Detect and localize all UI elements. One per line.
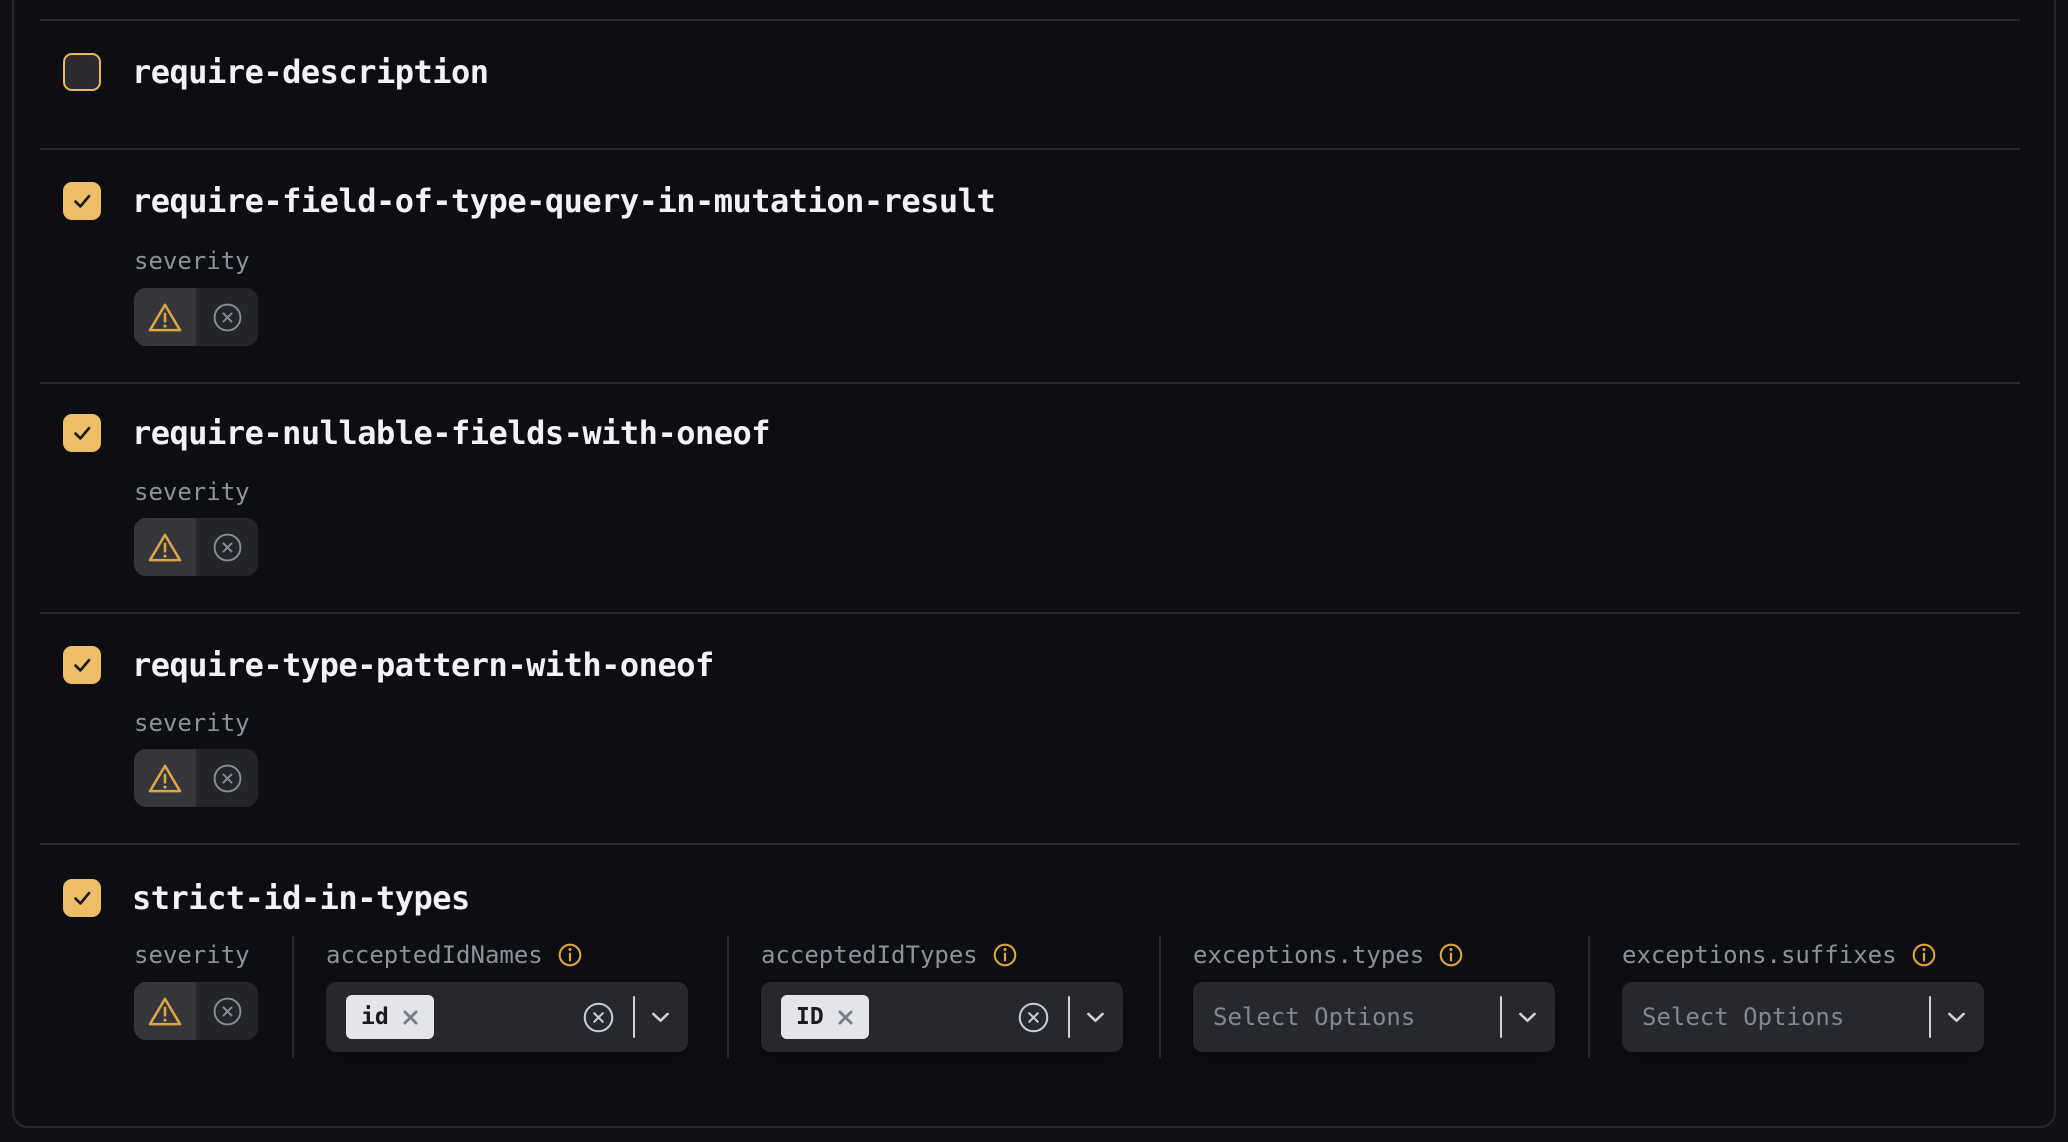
warning-triangle-icon [147, 995, 183, 1028]
severity-toggle [134, 749, 258, 807]
rule-name: require-description [132, 52, 489, 92]
chevron-down-icon[interactable] [1947, 1012, 1966, 1023]
option-label-exceptions-types: exceptions.types [1193, 940, 1464, 970]
severity-off-button[interactable] [196, 518, 258, 576]
severity-label: severity [134, 708, 250, 738]
info-icon[interactable] [1911, 942, 1937, 968]
severity-toggle [134, 288, 258, 346]
remove-tag-x-icon[interactable] [402, 1009, 419, 1026]
option-label-text: acceptedIdTypes [761, 940, 978, 970]
severity-label: severity [134, 477, 250, 507]
severity-warn-button[interactable] [134, 982, 196, 1040]
severity-warn-button[interactable] [134, 749, 196, 807]
warning-triangle-icon [147, 762, 183, 795]
severity-label: severity [134, 246, 250, 276]
remove-tag-x-icon[interactable] [837, 1009, 854, 1026]
row-divider [40, 148, 2020, 150]
chevron-down-icon[interactable] [1518, 1012, 1537, 1023]
accepted-id-types-select[interactable]: ID [761, 982, 1123, 1052]
chevron-down-icon[interactable] [1086, 1012, 1105, 1023]
info-icon[interactable] [992, 942, 1018, 968]
rule-checkbox-require-field-of-type-query-in-mutation-result[interactable] [63, 182, 101, 220]
option-label-acceptedIdNames: acceptedIdNames [326, 940, 583, 970]
checkmark-icon [69, 652, 95, 678]
clear-circle-icon[interactable] [1017, 1001, 1050, 1034]
severity-label: severity [134, 940, 250, 970]
circled-x-icon [212, 996, 243, 1027]
rule-name: require-nullable-fields-with-oneof [132, 413, 770, 453]
rule-checkbox-require-type-pattern-with-oneof[interactable] [63, 646, 101, 684]
rule-name: require-field-of-type-query-in-mutation-… [132, 181, 995, 221]
rule-checkbox-require-description[interactable] [63, 53, 101, 91]
select-separator [1068, 996, 1071, 1038]
row-divider [40, 612, 2020, 614]
rule-name: require-type-pattern-with-oneof [132, 645, 714, 685]
column-divider [1159, 936, 1161, 1058]
select-separator [1500, 996, 1503, 1038]
option-label-text: exceptions.suffixes [1622, 940, 1897, 970]
circled-x-icon [212, 763, 243, 794]
circled-x-icon [212, 302, 243, 333]
clear-circle-icon[interactable] [582, 1001, 615, 1034]
select-separator [633, 996, 636, 1038]
tag-label: ID [796, 995, 824, 1039]
checkmark-icon [69, 885, 95, 911]
tag-label: id [361, 995, 389, 1039]
warning-triangle-icon [147, 301, 183, 334]
row-divider [40, 19, 2020, 21]
tag-chip: id [346, 995, 434, 1039]
rules-settings-page: require-description require-field-of-typ… [0, 0, 2068, 1142]
severity-off-button[interactable] [196, 288, 258, 346]
checkmark-icon [69, 420, 95, 446]
chevron-down-icon[interactable] [651, 1012, 670, 1023]
column-divider [292, 936, 294, 1058]
severity-warn-button[interactable] [134, 518, 196, 576]
column-divider [727, 936, 729, 1058]
option-label-acceptedIdTypes: acceptedIdTypes [761, 940, 1018, 970]
accepted-id-names-select[interactable]: id [326, 982, 688, 1052]
row-divider [40, 382, 2020, 384]
info-icon[interactable] [557, 942, 583, 968]
select-separator [1929, 996, 1932, 1038]
tag-chip: ID [781, 995, 869, 1039]
severity-toggle [134, 518, 258, 576]
severity-off-button[interactable] [196, 749, 258, 807]
column-divider [1588, 936, 1590, 1058]
rule-checkbox-require-nullable-fields-with-oneof[interactable] [63, 414, 101, 452]
option-label-text: exceptions.types [1193, 940, 1424, 970]
circled-x-icon [212, 532, 243, 563]
option-label-text: acceptedIdNames [326, 940, 543, 970]
warning-triangle-icon [147, 531, 183, 564]
rule-checkbox-strict-id-in-types[interactable] [63, 879, 101, 917]
checkmark-icon [69, 188, 95, 214]
severity-off-button[interactable] [196, 982, 258, 1040]
severity-toggle [134, 982, 258, 1040]
exceptions-suffixes-select[interactable]: Select Options [1622, 982, 1984, 1052]
exceptions-types-select[interactable]: Select Options [1193, 982, 1555, 1052]
option-label-exceptions-suffixes: exceptions.suffixes [1622, 940, 1937, 970]
rule-name: strict-id-in-types [132, 878, 470, 918]
severity-warn-button[interactable] [134, 288, 196, 346]
row-divider [40, 843, 2020, 845]
select-placeholder: Select Options [1642, 1003, 1844, 1031]
info-icon[interactable] [1438, 942, 1464, 968]
select-placeholder: Select Options [1213, 1003, 1415, 1031]
